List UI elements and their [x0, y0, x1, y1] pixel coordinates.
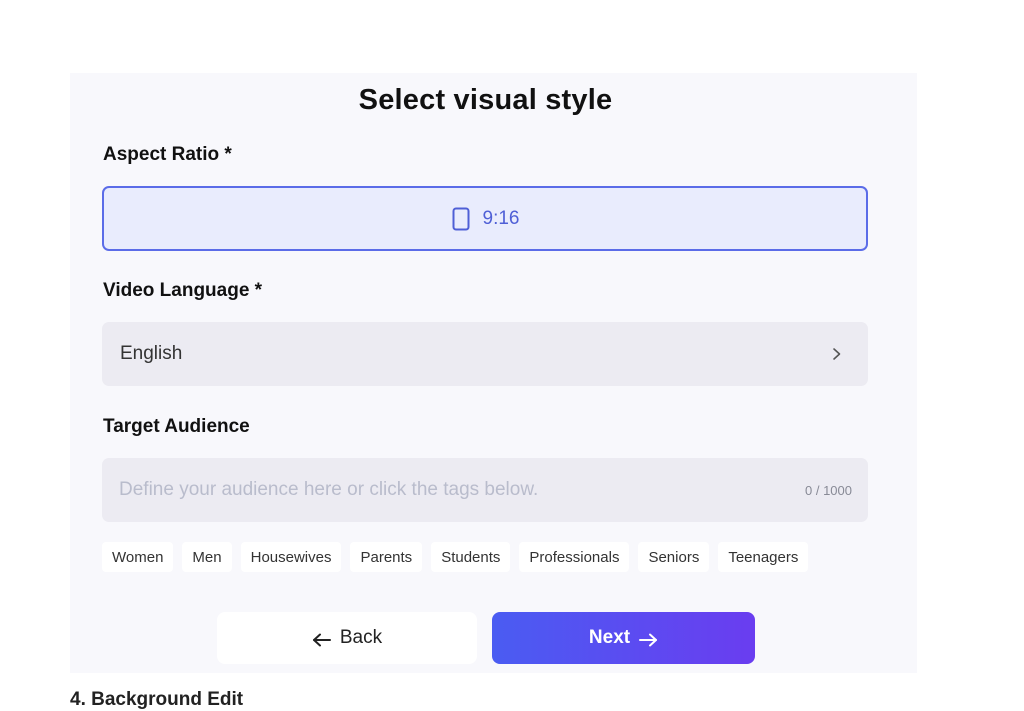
audience-tag-women[interactable]: Women — [102, 542, 174, 572]
aspect-ratio-option[interactable]: 9:16 — [102, 186, 868, 251]
arrow-right-icon — [638, 631, 658, 647]
audience-tag-men[interactable]: Men — [182, 542, 232, 572]
character-counter: 0 / 1000 — [805, 482, 852, 498]
target-audience-field: 0 / 1000 — [102, 458, 868, 522]
page-title: Select visual style — [358, 84, 613, 116]
audience-tag-professionals[interactable]: Professionals — [519, 542, 630, 572]
audience-tags: Women Men Housewives Parents Students Pr… — [102, 542, 809, 572]
aspect-ratio-value: 9:16 — [482, 207, 520, 229]
target-audience-input[interactable] — [119, 479, 759, 501]
audience-tag-teenagers[interactable]: Teenagers — [718, 542, 809, 572]
aspect-ratio-content: 9:16 — [451, 207, 520, 231]
aspect-ratio-label: Aspect Ratio * — [103, 144, 232, 165]
next-section-heading: 4. Background Edit — [70, 689, 244, 710]
audience-tag-housewives[interactable]: Housewives — [240, 542, 342, 572]
audience-tag-students[interactable]: Students — [431, 542, 511, 572]
video-language-label: Video Language * — [103, 280, 263, 301]
back-button-label: Back — [339, 627, 383, 648]
phone-portrait-icon — [451, 207, 471, 231]
next-button-label: Next — [588, 627, 631, 648]
target-audience-label: Target Audience — [103, 416, 250, 437]
back-button[interactable]: Back — [217, 612, 477, 664]
next-button[interactable]: Next — [492, 612, 755, 664]
audience-tag-parents[interactable]: Parents — [350, 542, 423, 572]
arrow-left-icon — [312, 631, 332, 647]
video-language-select[interactable]: English — [102, 322, 868, 386]
video-language-value: English — [120, 343, 183, 364]
chevron-right-icon — [830, 347, 844, 361]
audience-tag-seniors[interactable]: Seniors — [638, 542, 710, 572]
